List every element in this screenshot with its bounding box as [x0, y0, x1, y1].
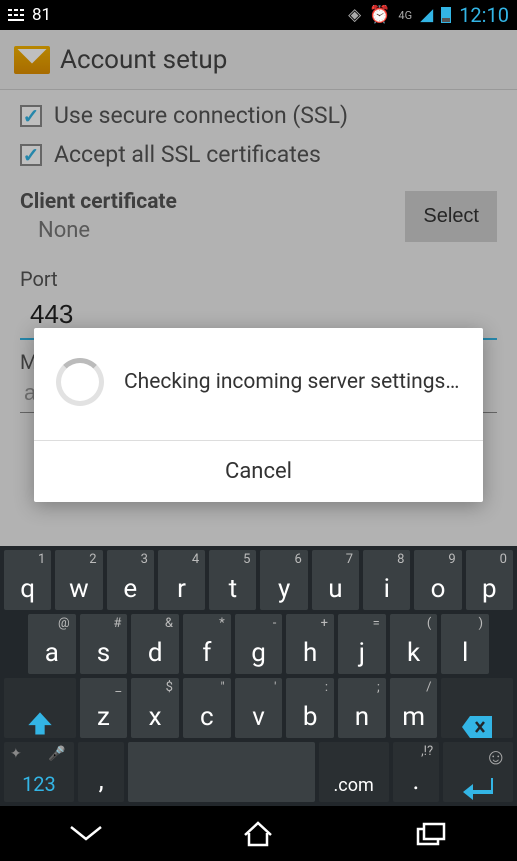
comma-key[interactable]: ,	[78, 742, 125, 802]
key-x[interactable]: $x	[131, 678, 179, 738]
key-h[interactable]: +h	[286, 614, 334, 674]
vibrate-icon: ◈	[348, 5, 361, 25]
symbols-key[interactable]: ✦ 🎤 123	[4, 742, 74, 802]
key-j[interactable]: =j	[338, 614, 386, 674]
cancel-button[interactable]: Cancel	[34, 441, 483, 502]
key-p[interactable]: 0p	[466, 550, 513, 610]
recent-nav-button[interactable]	[414, 820, 448, 848]
key-o[interactable]: 9o	[414, 550, 461, 610]
key-d[interactable]: &d	[131, 614, 179, 674]
dialog-message: Checking incoming server settings…	[124, 370, 459, 394]
dotcom-key[interactable]: .com	[319, 742, 389, 802]
alarm-icon: ⏰	[369, 5, 390, 25]
battery-text: 81	[32, 5, 51, 25]
key-e[interactable]: 3e	[107, 550, 154, 610]
progress-dialog: Checking incoming server settings… Cance…	[34, 328, 483, 502]
key-l[interactable]: )l	[441, 614, 489, 674]
key-g[interactable]: -g	[235, 614, 283, 674]
keyboard-status-icon	[8, 9, 26, 21]
key-z[interactable]: _z	[80, 678, 128, 738]
battery-icon	[441, 7, 451, 23]
key-w[interactable]: 2w	[55, 550, 102, 610]
space-key[interactable]	[128, 742, 314, 802]
key-q[interactable]: 1q	[4, 550, 51, 610]
back-nav-button[interactable]	[69, 820, 103, 848]
key-a[interactable]: @a	[28, 614, 76, 674]
key-i[interactable]: 8i	[363, 550, 410, 610]
emoji-icon: ☺	[485, 744, 507, 770]
home-nav-button[interactable]	[241, 820, 275, 848]
key-t[interactable]: 5t	[209, 550, 256, 610]
key-s[interactable]: #s	[80, 614, 128, 674]
nav-bar	[0, 806, 517, 861]
shift-key[interactable]	[4, 678, 76, 738]
signal-icon: ◢	[420, 5, 433, 25]
key-y[interactable]: 6y	[260, 550, 307, 610]
period-key[interactable]: ,!? .	[393, 742, 440, 802]
key-u[interactable]: 7u	[312, 550, 359, 610]
key-c[interactable]: "c	[183, 678, 231, 738]
clock: 12:10	[459, 3, 509, 27]
key-b[interactable]: :b	[286, 678, 334, 738]
key-m[interactable]: /m	[390, 678, 438, 738]
key-f[interactable]: *f	[183, 614, 231, 674]
enter-key[interactable]: ☺	[443, 742, 513, 802]
status-bar: 81 ◈ ⏰ 4G ◢ 12:10	[0, 0, 517, 30]
key-k[interactable]: (k	[390, 614, 438, 674]
spinner-icon	[56, 358, 104, 406]
key-v[interactable]: 'v	[235, 678, 283, 738]
backspace-key[interactable]	[441, 678, 513, 738]
key-r[interactable]: 4r	[158, 550, 205, 610]
key-n[interactable]: ;n	[338, 678, 386, 738]
soft-keyboard: 1q2w3e4r5t6y7u8i9o0p @a#s&d*f-g+h=j(k)l …	[0, 546, 517, 806]
network-label: 4G	[398, 9, 412, 22]
